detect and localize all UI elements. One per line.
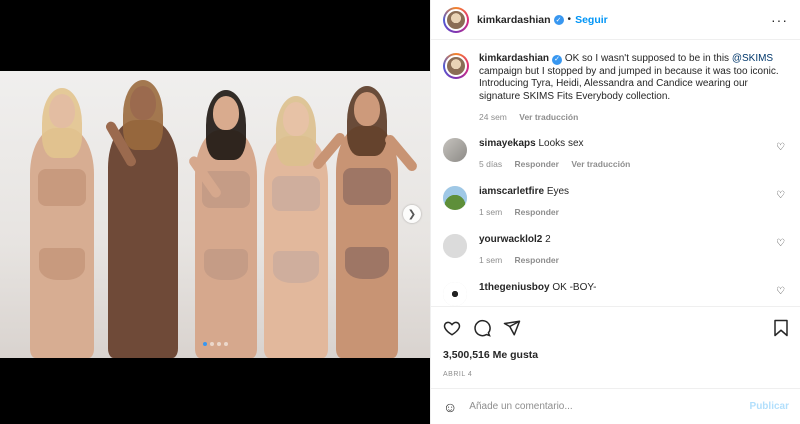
publish-button[interactable]: Publicar [750, 401, 789, 412]
caption-username[interactable]: kimkardashian [479, 53, 549, 64]
header-username[interactable]: kimkardashian [477, 14, 551, 26]
chevron-right-icon: ❯ [407, 208, 417, 220]
reply-button[interactable]: Responder [515, 207, 559, 217]
avatar[interactable] [443, 281, 467, 306]
more-horizontal-icon[interactable]: ··· [771, 12, 788, 28]
caption-text-after: campaign but I stopped by and jumped in … [479, 65, 779, 102]
figure-1 [30, 88, 94, 358]
figure-2 [108, 80, 178, 358]
post-date[interactable]: ABRIL 4 [443, 371, 789, 378]
comment-item: iamscarletfire Eyes 1 sem Responder ♡ [443, 185, 789, 222]
separator: • [567, 14, 572, 25]
carousel-dot [202, 342, 207, 346]
figure-5 [336, 86, 398, 358]
heart-icon[interactable]: ♡ [776, 142, 785, 153]
follow-button[interactable]: Seguir [575, 14, 608, 26]
verified-badge-icon: ✓ [552, 55, 563, 66]
verified-badge-icon: ✓ [553, 14, 564, 25]
add-comment-bar: ☺ Publicar [431, 388, 800, 424]
avatar[interactable] [443, 6, 469, 33]
caption-mention[interactable]: @SKIMS [732, 53, 773, 64]
comment-item: yourwacklol2 2 1 sem Responder ♡ [443, 233, 789, 270]
carousel-dot [209, 342, 214, 346]
carousel-dot [216, 342, 221, 346]
caption: kimkardashian ✓ OK so I wasn't supposed t… [443, 53, 789, 124]
heart-icon[interactable]: ♡ [776, 238, 785, 249]
comment-text: Looks sex [538, 137, 584, 149]
comment-username[interactable]: 1thegeniusboy [479, 282, 550, 293]
comment-username[interactable]: iamscarletfire [479, 186, 544, 197]
comment-time[interactable]: 5 días [479, 159, 502, 169]
avatar[interactable] [443, 137, 467, 162]
heart-icon[interactable] [443, 319, 461, 337]
comments-list[interactable]: kimkardashian ✓ OK so I wasn't supposed t… [431, 41, 800, 306]
comment-time[interactable]: 1 sem [479, 255, 502, 265]
comment-item: 1thegeniusboy OK -BOY- ♡ [443, 281, 789, 307]
comment-input[interactable] [469, 401, 750, 412]
share-icon[interactable] [503, 319, 521, 337]
avatar[interactable] [443, 53, 469, 79]
post-actions: 3,500,516 Me gusta ABRIL 4 [431, 306, 800, 378]
caption-time[interactable]: 24 sem [479, 112, 507, 122]
heart-icon[interactable]: ♡ [776, 286, 785, 297]
caption-translate-button[interactable]: Ver traducción [519, 112, 578, 122]
translate-button[interactable]: Ver traducción [571, 159, 630, 169]
comment-text: OK -BOY- [552, 281, 597, 293]
carousel-dot [223, 342, 228, 346]
caption-text-before: OK so I wasn't supposed to be in this [562, 53, 732, 64]
carousel-dots [0, 342, 430, 346]
comment-item: simayekaps Looks sex 5 días Responder Ve… [443, 137, 789, 174]
comment-username[interactable]: simayekaps [479, 138, 536, 149]
comment-username[interactable]: yourwacklol2 [479, 234, 542, 245]
figure-3 [195, 90, 257, 358]
avatar[interactable] [443, 185, 467, 210]
post-media: ❯ [0, 0, 430, 424]
reply-button[interactable]: Responder [515, 159, 559, 169]
instagram-post: ❯ kimkardashian ✓ • Seguir ··· kimkardas… [0, 0, 800, 424]
post-header: kimkardashian ✓ • Seguir ··· [431, 0, 800, 40]
post-panel: kimkardashian ✓ • Seguir ··· kimkardashi… [430, 0, 800, 424]
bookmark-icon[interactable] [773, 319, 789, 337]
post-photo [0, 71, 430, 358]
comment-text: Eyes [546, 185, 570, 197]
comment-text: 2 [545, 233, 551, 245]
likes-count[interactable]: 3,500,516 Me gusta [443, 349, 789, 361]
comment-icon[interactable] [473, 319, 491, 337]
avatar[interactable] [443, 233, 467, 258]
next-slide-button[interactable]: ❯ [403, 205, 421, 223]
comment-time[interactable]: 1 sem [479, 207, 502, 217]
emoji-icon[interactable]: ☺ [443, 399, 457, 415]
reply-button[interactable]: Responder [515, 255, 559, 265]
heart-icon[interactable]: ♡ [776, 190, 785, 201]
